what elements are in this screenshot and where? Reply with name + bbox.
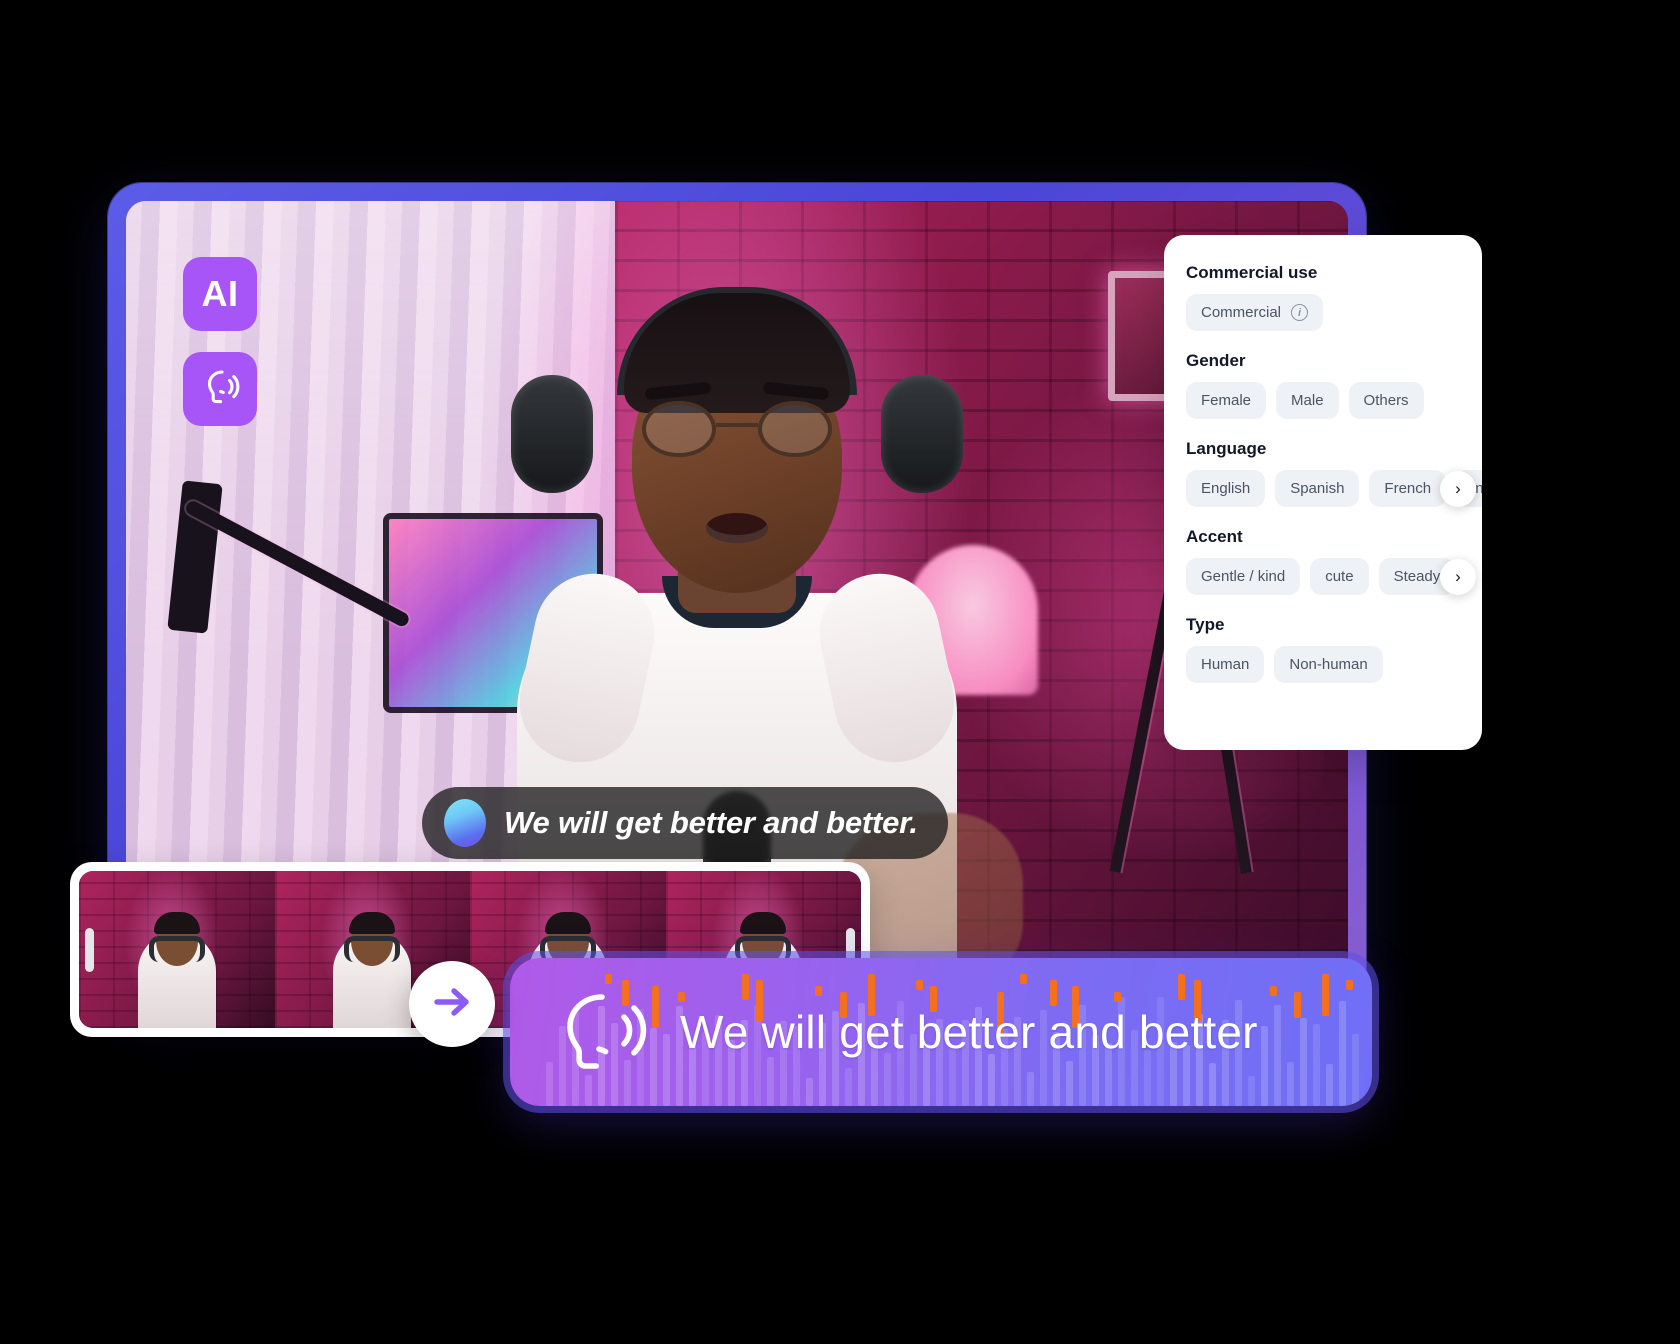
chip-spanish[interactable]: Spanish — [1275, 470, 1360, 507]
chip-label: Commercial — [1201, 304, 1282, 321]
chip-commercial[interactable]: Commercial i — [1186, 294, 1324, 331]
chip-french[interactable]: French — [1369, 470, 1447, 507]
chip-english[interactable]: English — [1186, 470, 1266, 507]
chip-male[interactable]: Male — [1276, 382, 1339, 419]
chip-non-human[interactable]: Non-human — [1274, 646, 1383, 683]
filter-group-title: Language — [1186, 439, 1267, 458]
filter-group-title: Commercial use — [1186, 263, 1318, 282]
generated-audio-bar[interactable]: We will get better and better — [510, 958, 1372, 1106]
timeline-thumbnail[interactable] — [79, 871, 275, 1028]
caption-overlay[interactable]: We will get better and better. — [422, 787, 948, 859]
chip-gentle-kind[interactable]: Gentle / kind — [1186, 558, 1301, 595]
audio-bar-text: We will get better and better — [680, 1006, 1258, 1058]
caption-text: We will get better and better. — [504, 805, 918, 840]
chip-cute[interactable]: cute — [1310, 558, 1369, 595]
screenshot-root: AI We will get better and better. Commer… — [0, 0, 1680, 1344]
filter-group-title: Type — [1186, 615, 1225, 634]
filter-group-type: Type Human Non-human — [1186, 615, 1482, 683]
chip-female[interactable]: Female — [1186, 382, 1267, 419]
filter-group-title: Gender — [1186, 351, 1246, 370]
chip-others[interactable]: Others — [1348, 382, 1424, 419]
convert-arrow-button[interactable] — [409, 961, 495, 1047]
info-icon[interactable]: i — [1291, 304, 1309, 321]
filter-group-language: Language English Spanish French In › — [1186, 439, 1482, 507]
accent-next-arrow-button[interactable]: › — [1440, 558, 1476, 595]
voice-filter-panel: Commercial use Commercial i Gender Femal… — [1164, 235, 1482, 750]
head-speaking-icon — [558, 988, 654, 1077]
chip-human[interactable]: Human — [1186, 646, 1265, 683]
head-speaking-icon — [198, 365, 242, 414]
filter-group-accent: Accent Gentle / kind cute Steady › — [1186, 527, 1482, 595]
filter-group-commercial-use: Commercial use Commercial i — [1186, 263, 1482, 331]
filter-group-title: Accent — [1186, 527, 1243, 546]
voice-badge[interactable] — [183, 352, 257, 426]
ai-badge[interactable]: AI — [183, 257, 257, 331]
arrow-right-icon — [428, 978, 476, 1031]
language-next-arrow-button[interactable]: › — [1440, 470, 1476, 507]
trim-handle-left[interactable] — [85, 927, 94, 972]
ai-orb-icon — [444, 799, 486, 847]
filter-group-gender: Gender Female Male Others — [1186, 351, 1482, 419]
